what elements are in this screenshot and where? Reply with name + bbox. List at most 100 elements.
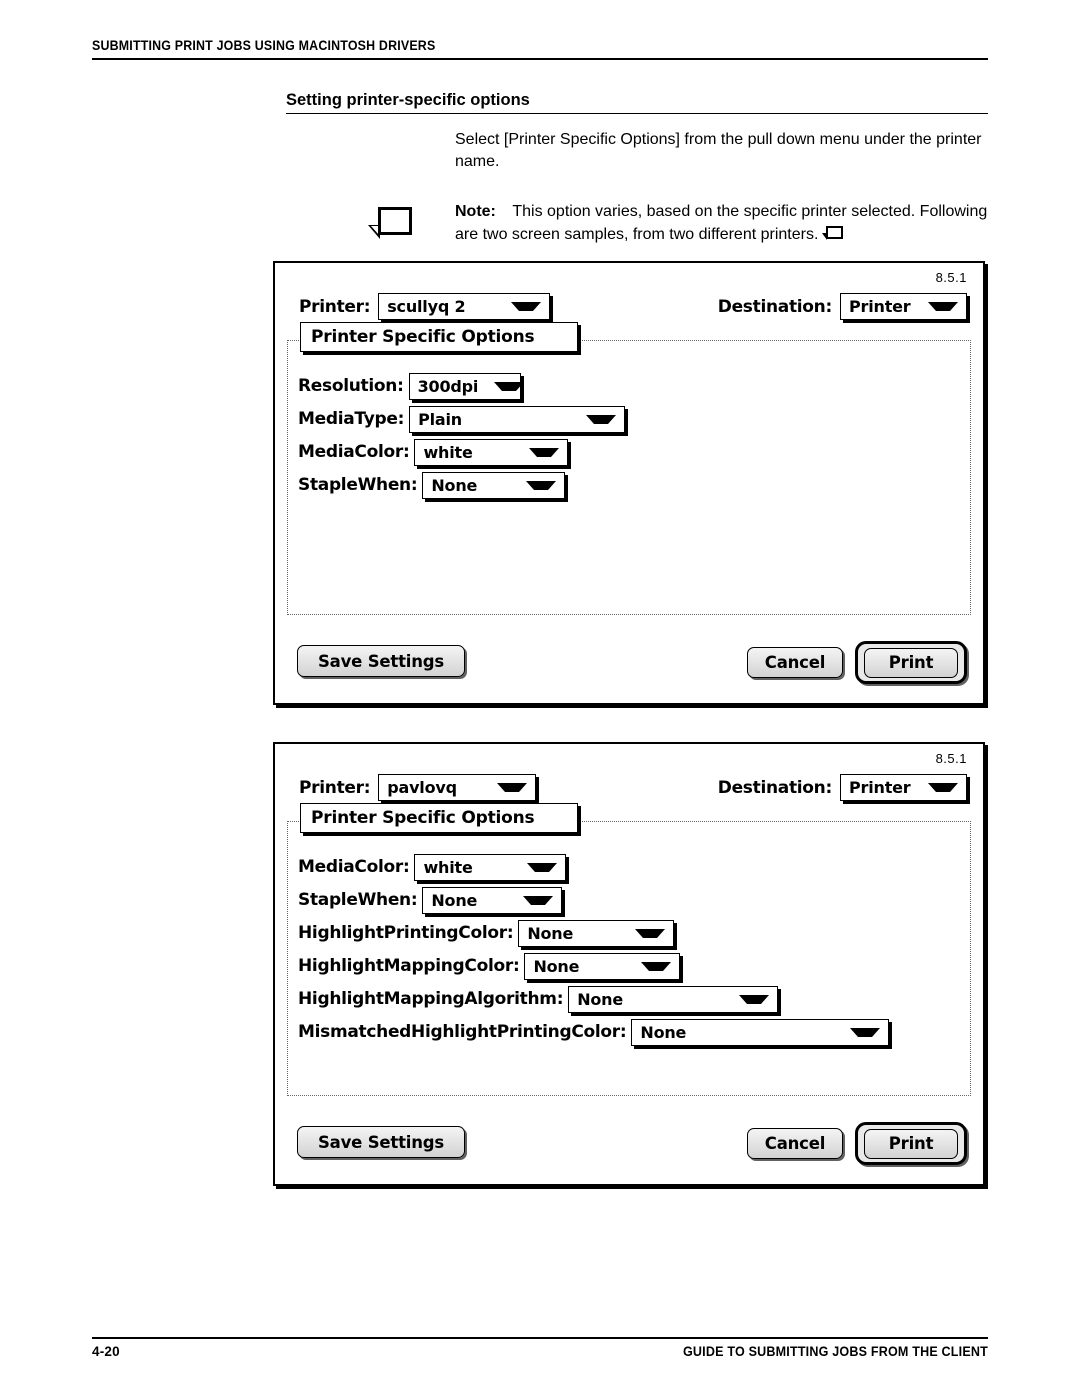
print-dialog-pavlovq: 8.5.1 Printer: pavlovq Destination: Prin… (273, 742, 985, 1186)
cancel-button[interactable]: Cancel (747, 647, 843, 678)
option-popup-menu[interactable]: None (422, 471, 566, 499)
cancel-label: Cancel (764, 653, 826, 672)
save-settings-label: Save Settings (318, 1132, 444, 1152)
note-sheet-icon (368, 207, 412, 241)
option-popup-value: None (577, 989, 624, 1009)
option-popup-value: None (527, 923, 574, 943)
printer-options-panel: Printer Specific Options Resolution: 300… (287, 322, 971, 615)
page-footer: 4-20 GUIDE TO SUBMITTING JOBS FROM THE C… (92, 1337, 988, 1359)
option-popup-value: white (423, 857, 473, 877)
chevron-down-icon (495, 302, 542, 311)
option-row: MediaType: Plain (298, 404, 964, 434)
printer-field-group: Printer: scullyq 2 (299, 293, 551, 320)
print-dialog-scullyq: 8.5.1 Printer: scullyq 2 Destination: Pr… (273, 261, 985, 705)
option-popup-menu[interactable]: None (524, 952, 681, 980)
page-running-header: SUBMITTING PRINT JOBS USING MACINTOSH DR… (92, 38, 988, 60)
chevron-down-icon (478, 381, 525, 391)
page-number: 4-20 (92, 1344, 120, 1359)
print-button-default-ring: Print (855, 641, 967, 684)
save-settings-button[interactable]: Save Settings (297, 645, 465, 677)
option-popup-menu[interactable]: white (414, 438, 569, 466)
print-button[interactable]: Print (864, 1128, 958, 1159)
page-title: Setting printer-specific options (286, 91, 530, 109)
body-paragraph: Select [Printer Specific Options] from t… (455, 131, 982, 170)
printer-popup-value: scullyq 2 (387, 297, 466, 316)
option-row: HighlightMappingAlgorithm: None (298, 984, 964, 1014)
option-row: MediaColor: white (298, 437, 964, 467)
footer-row: 4-20 GUIDE TO SUBMITTING JOBS FROM THE C… (92, 1344, 988, 1359)
note-label: Note: (455, 203, 496, 220)
option-popup-menu[interactable]: Plain (409, 405, 626, 433)
destination-popup-menu[interactable]: Printer (840, 774, 967, 801)
chevron-down-icon (507, 895, 554, 905)
option-popup-value: None (640, 1022, 687, 1042)
section-heading: Setting printer-specific options (286, 90, 988, 114)
option-label: MediaColor: (298, 857, 410, 877)
option-popup-value: None (431, 890, 478, 910)
cancel-button[interactable]: Cancel (747, 1128, 843, 1159)
dialog-button-bar: Save Settings Cancel Print (275, 641, 983, 687)
option-popup-value: None (533, 956, 580, 976)
pane-selector-popup-menu[interactable]: Printer Specific Options (300, 803, 578, 833)
option-popup-value: white (423, 442, 473, 462)
option-popup-menu[interactable]: None (568, 985, 779, 1013)
option-label: HighlightPrintingColor: (298, 923, 514, 943)
printer-options-panel: Printer Specific Options MediaColor: whi… (287, 803, 971, 1096)
destination-popup-value: Printer (849, 778, 911, 797)
option-label: MediaType: (298, 409, 405, 429)
option-row: StapleWhen: None (298, 470, 964, 500)
option-popup-menu[interactable]: 300dpi (408, 372, 525, 400)
destination-field-group: Destination: Printer (718, 774, 967, 801)
print-button[interactable]: Print (864, 647, 958, 678)
option-popup-menu[interactable]: white (414, 853, 567, 881)
print-label: Print (888, 653, 934, 672)
option-rows-list: MediaColor: white StapleWhen: None Highl… (298, 852, 964, 1050)
option-row: MediaColor: white (298, 852, 964, 882)
cancel-label: Cancel (764, 1134, 826, 1153)
destination-popup-menu[interactable]: Printer (840, 293, 967, 320)
save-settings-button[interactable]: Save Settings (297, 1126, 465, 1158)
option-popup-value: Plain (418, 409, 462, 429)
save-settings-label: Save Settings (318, 651, 444, 671)
option-popup-value: None (431, 475, 478, 495)
note-text: Note: This option varies, based on the s… (455, 200, 1000, 246)
printer-popup-menu[interactable]: scullyq 2 (378, 293, 551, 320)
option-label: HighlightMappingAlgorithm: (298, 989, 564, 1009)
option-popup-menu[interactable]: None (518, 919, 675, 947)
option-label: StapleWhen: (298, 475, 418, 495)
option-label: Resolution: (298, 376, 404, 396)
chevron-down-icon (511, 862, 558, 872)
section-heading-rule (286, 113, 988, 114)
printer-label: Printer: (299, 296, 371, 317)
destination-field-group: Destination: Printer (718, 293, 967, 320)
option-row: StapleWhen: None (298, 885, 964, 915)
destination-label: Destination: (717, 777, 833, 798)
option-rows-list: Resolution: 300dpi MediaType: Plain Medi… (298, 371, 964, 503)
chevron-down-icon (912, 783, 958, 792)
pane-selector-value: Printer Specific Options (311, 327, 535, 347)
option-popup-menu[interactable]: None (422, 886, 563, 914)
chevron-down-icon (481, 783, 528, 792)
printer-popup-menu[interactable]: pavlovq (378, 774, 537, 801)
destination-label: Destination: (717, 296, 833, 317)
note-icon-sheet (378, 207, 412, 235)
dialog-button-bar: Save Settings Cancel Print (275, 1122, 983, 1168)
destination-popup-value: Printer (849, 297, 911, 316)
dialog-version-label: 8.5.1 (935, 751, 967, 766)
header-rule (92, 58, 988, 60)
option-row: HighlightMappingColor: None (298, 951, 964, 981)
option-row: MismatchedHighlightPrintingColor: None (298, 1017, 964, 1047)
pane-selector-value: Printer Specific Options (311, 808, 535, 828)
option-popup-menu[interactable]: None (631, 1018, 890, 1046)
printer-field-group: Printer: pavlovq (299, 774, 537, 801)
chevron-down-icon (625, 961, 672, 971)
note-body-text: This option varies, based on the specifi… (455, 203, 988, 243)
footer-guide-title: GUIDE TO SUBMITTING JOBS FROM THE CLIENT (682, 1344, 988, 1359)
chevron-down-icon (570, 414, 617, 424)
chevron-down-icon (912, 302, 958, 311)
pane-selector-popup-menu[interactable]: Printer Specific Options (300, 322, 578, 352)
running-header-text: SUBMITTING PRINT JOBS USING MACINTOSH DR… (92, 38, 436, 53)
chevron-down-icon (513, 447, 560, 457)
print-button-default-ring: Print (855, 1122, 967, 1165)
chevron-down-icon (723, 994, 770, 1004)
